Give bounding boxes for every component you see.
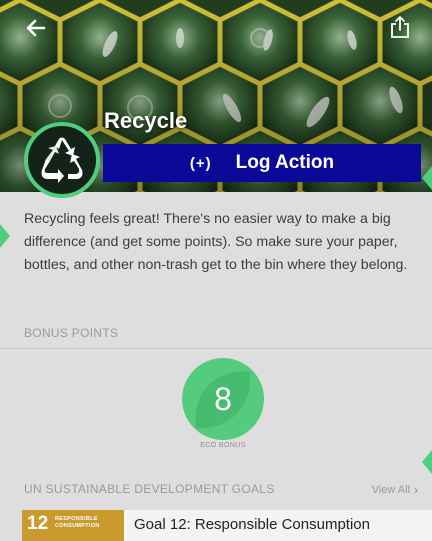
action-detail-screen: Recycle (+) Log Action Recycling feels g… xyxy=(0,0,432,541)
eco-bonus-badge: 8 xyxy=(182,358,264,440)
sdg-goal-tile-text: RESPONSIBLE CONSUMPTION xyxy=(55,516,100,530)
view-all-label: View All xyxy=(371,484,410,496)
back-arrow-icon xyxy=(26,19,46,37)
sdg-goal-card[interactable]: 12 RESPONSIBLE CONSUMPTION Goal 12: Resp… xyxy=(22,510,432,541)
pointer-marker-icon xyxy=(422,450,432,474)
sdg-goal-title: Goal 12: Responsible Consumption xyxy=(134,516,370,533)
chevron-right-icon: › xyxy=(414,483,418,497)
eco-bonus-label: ECO BONUS xyxy=(200,442,246,449)
sdg-goal-number: 12 xyxy=(27,513,49,534)
back-button[interactable] xyxy=(22,14,50,42)
pointer-marker-icon xyxy=(422,166,432,190)
eco-bonus-value: 8 xyxy=(214,380,232,417)
log-action-icon: (+) xyxy=(189,154,212,172)
action-badge xyxy=(24,122,100,198)
sdg-goal-tile-line2: CONSUMPTION xyxy=(55,523,100,529)
view-all-link[interactable]: View All › xyxy=(372,483,418,497)
pointer-marker-icon xyxy=(0,224,10,248)
sdg-heading: UN SUSTAINABLE DEVELOPMENT GOALS xyxy=(24,482,275,496)
sdg-goal-tile: 12 RESPONSIBLE CONSUMPTION xyxy=(22,510,124,541)
share-icon xyxy=(391,16,409,38)
action-description: Recycling feels great! There's no easier… xyxy=(24,211,408,273)
bonus-points-heading: BONUS POINTS xyxy=(24,326,119,340)
sdg-goal-tile-line1: RESPONSIBLE xyxy=(55,516,98,522)
share-button[interactable] xyxy=(386,12,414,42)
log-action-label: Log Action xyxy=(235,152,335,173)
action-title: Recycle xyxy=(104,108,188,133)
log-action-button[interactable]: (+) Log Action xyxy=(103,144,421,182)
section-divider xyxy=(0,348,432,349)
recycle-icon xyxy=(41,137,83,183)
